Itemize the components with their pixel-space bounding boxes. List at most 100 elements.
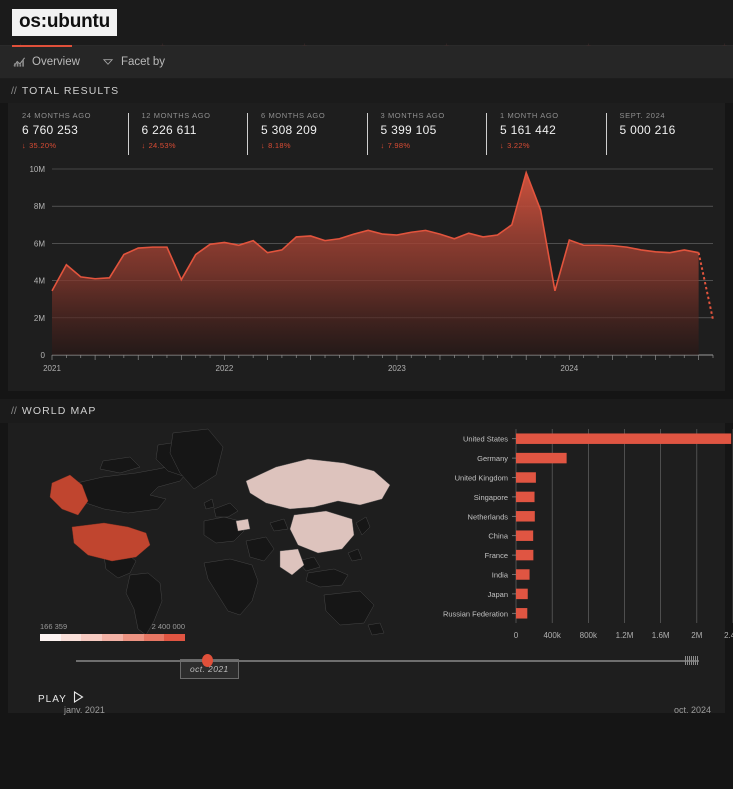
tab-facet-by[interactable]: Facet by — [102, 56, 165, 68]
stat-delta-value: 7.98% — [387, 141, 411, 150]
stat-label: SEPT. 2024 — [619, 111, 666, 120]
dashboard-root: os:ubuntu + + + + + + Overview — [0, 0, 733, 789]
bar — [516, 549, 534, 561]
map-and-bars: 166 359 2 400 000 0 400k 800k 1.2M 1.6M … — [8, 423, 733, 653]
stat-card: 1 MONTH AGO 5 161 442 ↓ 3.22% — [486, 111, 606, 159]
total-results-panel: 24 MONTHS AGO 6 760 253 ↓ 35.20% 12 MONT… — [8, 103, 725, 391]
bar-chart-svg: 0 400k 800k 1.2M 1.6M 2M 2.4M United States Germ… — [443, 429, 733, 640]
legend-swatch — [164, 634, 186, 641]
stat-card: 6 MONTHS AGO 5 308 209 ↓ 8.18% — [247, 111, 367, 159]
bar-category-label: United States — [463, 435, 508, 444]
stat-delta-value: 35.20% — [29, 141, 57, 150]
bar — [516, 511, 535, 522]
legend-swatch — [81, 634, 103, 641]
timeline-control: oct. 2021 PLAY janv. 2021 oct. 2024 — [8, 653, 725, 715]
map-region-russia — [245, 458, 391, 510]
map-region-india — [279, 548, 305, 576]
bar — [516, 530, 534, 541]
stat-label: 12 MONTHS AGO — [141, 111, 211, 120]
bar — [516, 569, 530, 580]
chart-icon — [13, 56, 26, 68]
x-axis-tick-label: 2023 — [388, 364, 406, 373]
stat-value: 6 760 253 — [22, 123, 79, 137]
x-axis-tick-label: 1.2M — [616, 631, 634, 640]
timeline-track[interactable] — [76, 660, 699, 662]
stat-delta: ↓ 7.98% — [381, 141, 487, 150]
y-axis-tick-label: 6M — [34, 239, 45, 248]
bar-category-label: United Kingdom — [455, 474, 508, 483]
stat-delta-value: 3.22% — [507, 141, 530, 150]
timeline-track-row: PLAY — [8, 690, 725, 708]
arrow-down-icon: ↓ — [141, 141, 146, 150]
stat-value: 5 000 216 — [619, 123, 676, 137]
arrow-down-icon: ↓ — [500, 141, 505, 150]
bar-category-label: France — [485, 551, 508, 560]
legend-gradient-bar — [40, 634, 186, 641]
area-fill — [52, 172, 699, 355]
stat-card: 3 MONTHS AGO 5 399 105 ↓ 7.98% — [366, 111, 487, 159]
stat-card: 24 MONTHS AGO 6 760 253 ↓ 35.20% — [8, 111, 128, 159]
stat-value: 5 399 105 — [380, 123, 437, 137]
stat-label: 1 MONTH AGO — [500, 111, 559, 120]
section-header-world-map: // WORLD MAP — [0, 399, 733, 423]
timeline-start-label: janv. 2021 — [64, 705, 105, 715]
y-axis-tick-label: 8M — [34, 202, 45, 211]
legend-swatch — [102, 634, 123, 641]
bar-category-label: China — [488, 532, 508, 541]
stat-delta: ↓ 35.20% — [22, 141, 128, 150]
bar-category-label: Netherlands — [468, 512, 509, 521]
stat-delta: ↓ 8.18% — [261, 141, 367, 150]
stat-value: 5 308 209 — [261, 123, 318, 137]
legend-swatch — [143, 634, 165, 641]
tab-facet-by-label: Facet by — [120, 56, 166, 68]
stat-label: 6 MONTHS AGO — [261, 111, 326, 120]
legend-max: 2 400 000 — [151, 622, 185, 631]
timeline-track-end-ticks — [685, 656, 699, 665]
tab-bar: Overview Facet by — [0, 45, 733, 79]
stat-card: 12 MONTHS AGO 6 226 611 ↓ 24.53% — [127, 111, 248, 159]
timeline-end-label: oct. 2024 — [673, 705, 711, 715]
y-axis-tick-label: 2M — [34, 314, 45, 323]
stat-delta-value: 24.53% — [148, 141, 176, 150]
world-map[interactable]: 166 359 2 400 000 — [8, 423, 438, 653]
map-region-china — [289, 510, 355, 554]
x-axis-tick-label: 2021 — [43, 364, 61, 373]
total-results-area-chart: 0 2M 4M 6M 8M 10M 2021 2022 2023 2024 — [8, 159, 725, 391]
stats-row: 24 MONTHS AGO 6 760 253 ↓ 35.20% 12 MONT… — [8, 103, 725, 159]
tab-overview[interactable]: Overview — [13, 56, 80, 68]
x-axis-tick-label: 2022 — [216, 364, 234, 373]
x-axis-tick-label: 1.6M — [652, 631, 670, 640]
top-countries-bar-chart: 0 400k 800k 1.2M 1.6M 2M 2.4M United States Germ… — [438, 423, 733, 653]
bar-category-label: Singapore — [474, 493, 508, 502]
world-map-svg — [49, 428, 391, 636]
top-bar: os:ubuntu + + + + + + — [0, 0, 733, 51]
map-region-alaska — [49, 474, 89, 516]
section-title: WORLD MAP — [21, 405, 97, 417]
x-axis-tick-label: 800k — [580, 631, 598, 640]
bar — [516, 608, 528, 619]
play-label: PLAY — [38, 693, 67, 705]
stat-label: 3 MONTHS AGO — [380, 111, 445, 120]
query-chip[interactable]: os:ubuntu — [12, 9, 118, 36]
area-chart-svg: 0 2M 4M 6M 8M 10M 2021 2022 2023 2024 — [29, 165, 714, 373]
section-slashes: // — [11, 405, 17, 417]
legend-labels: 166 359 2 400 000 — [40, 622, 185, 631]
x-axis-tick-label: 2024 — [560, 364, 578, 373]
stat-delta: ↓ 24.53% — [142, 141, 248, 150]
arrow-down-icon: ↓ — [380, 141, 385, 150]
section-header-total-results: // TOTAL RESULTS — [0, 79, 733, 103]
legend-min: 166 359 — [40, 622, 68, 631]
timeline-slider-handle[interactable] — [202, 654, 213, 667]
section-slashes: // — [11, 85, 17, 97]
world-map-panel: 166 359 2 400 000 0 400k 800k 1.2M 1.6M … — [8, 423, 733, 653]
bar — [516, 472, 536, 483]
arrow-down-icon: ↓ — [22, 141, 27, 150]
forecast-line — [697, 252, 714, 320]
bar-category-label: India — [492, 571, 509, 580]
map-color-legend: 166 359 2 400 000 — [40, 622, 186, 641]
stat-value: 6 226 611 — [141, 123, 197, 137]
stat-delta-value: 8.18% — [268, 141, 291, 150]
x-axis-tick-label: 400k — [543, 631, 561, 640]
legend-swatch — [40, 634, 61, 641]
y-axis-tick-label: 0 — [41, 351, 46, 360]
